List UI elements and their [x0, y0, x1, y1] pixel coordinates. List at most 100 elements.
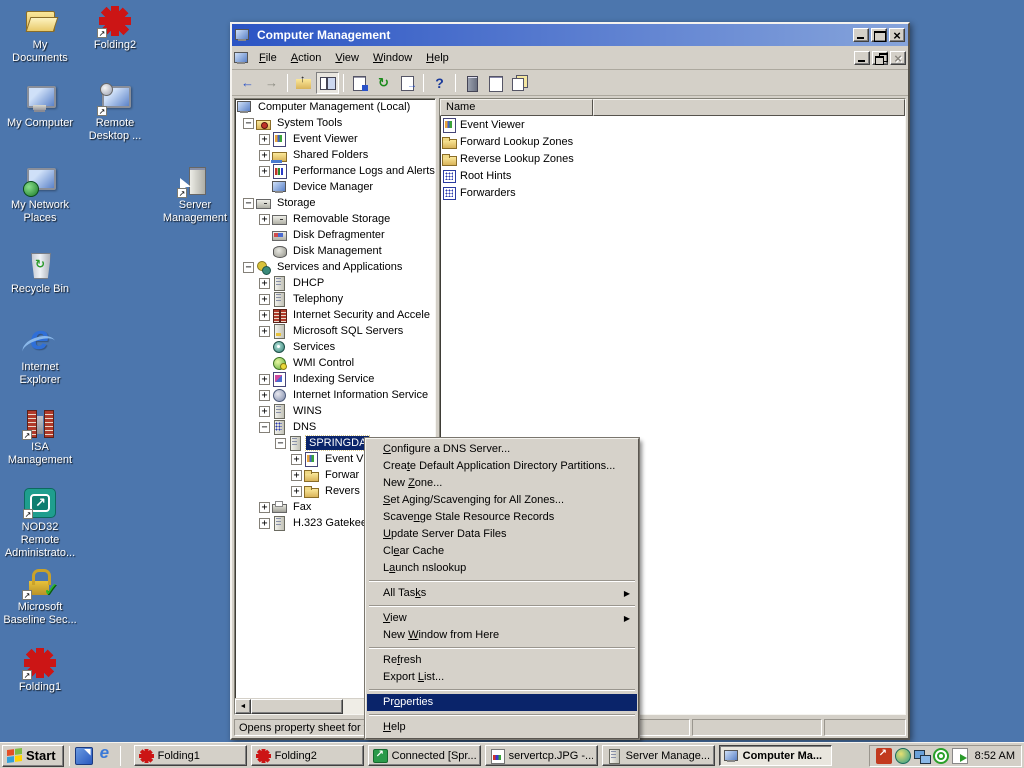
- tree-item-disk-management[interactable]: Disk Management: [235, 243, 435, 259]
- up-one-level-button[interactable]: [292, 72, 315, 94]
- menu-help[interactable]: Help: [419, 49, 456, 67]
- tree-item-computer-management-local[interactable]: Computer Management (Local): [235, 99, 435, 115]
- tree-item-shared-folders[interactable]: +Shared Folders: [235, 147, 435, 163]
- collapse-toggle-icon[interactable]: −: [243, 262, 254, 273]
- context-menu-item-new-zone[interactable]: New Zone...: [367, 475, 637, 492]
- tree-item-telephony[interactable]: +Telephony: [235, 291, 435, 307]
- context-menu-item-all-tasks[interactable]: All Tasks▶: [367, 585, 637, 602]
- network-globe-icon[interactable]: [895, 748, 911, 764]
- expand-toggle-icon[interactable]: +: [259, 518, 270, 529]
- remote-connection-icon[interactable]: [876, 748, 892, 764]
- tree-item-event-viewer[interactable]: +Event Viewer: [235, 131, 435, 147]
- desktop-icon-my-network-places[interactable]: My Network Places: [2, 166, 78, 225]
- desktop-icon-folding1[interactable]: ↗Folding1: [2, 648, 78, 694]
- menu-window[interactable]: Window: [366, 49, 419, 67]
- nod32-antivirus-icon[interactable]: [933, 748, 949, 764]
- tree-item-wins[interactable]: +WINS: [235, 403, 435, 419]
- expand-toggle-icon[interactable]: +: [291, 454, 302, 465]
- desktop-icon-my-documents[interactable]: My Documents: [2, 6, 78, 65]
- refresh-button[interactable]: [372, 72, 395, 94]
- menu-file[interactable]: File: [252, 49, 284, 67]
- expand-toggle-icon[interactable]: +: [259, 310, 270, 321]
- properties-button[interactable]: [348, 72, 371, 94]
- desktop-icon-isa-management[interactable]: ↗ISA Management: [2, 408, 78, 467]
- context-menu-item-new-window-from-here[interactable]: New Window from Here: [367, 627, 637, 644]
- desktop-icon-nod32-remote-administrato[interactable]: ↗NOD32 Remote Administrato...: [0, 488, 80, 560]
- desktop-icon-remote-desktop[interactable]: ↗Remote Desktop ...: [77, 84, 153, 143]
- context-menu-item-scavenge-stale-resource-records[interactable]: Scavenge Stale Resource Records: [367, 509, 637, 526]
- internet-explorer-icon[interactable]: [97, 747, 115, 765]
- close-button[interactable]: [889, 28, 905, 42]
- expand-toggle-icon[interactable]: +: [259, 406, 270, 417]
- expand-toggle-icon[interactable]: +: [259, 214, 270, 225]
- tree-item-dhcp[interactable]: +DHCP: [235, 275, 435, 291]
- collapse-toggle-icon[interactable]: −: [243, 198, 254, 209]
- tree-item-system-tools[interactable]: −System Tools: [235, 115, 435, 131]
- maximize-button[interactable]: [871, 28, 887, 42]
- expand-toggle-icon[interactable]: +: [259, 278, 270, 289]
- desktop-icon-recycle-bin[interactable]: Recycle Bin: [2, 250, 78, 296]
- desktop-icon-server-management[interactable]: ↗Server Management: [150, 166, 240, 225]
- desktop-icon-microsoft-baseline-sec[interactable]: ↗Microsoft Baseline Sec...: [0, 568, 80, 627]
- desktop-icon-internet-explorer[interactable]: Internet Explorer: [2, 328, 78, 387]
- help-button[interactable]: [428, 72, 451, 94]
- expand-toggle-icon[interactable]: +: [259, 326, 270, 337]
- show-desktop-icon[interactable]: [75, 747, 93, 765]
- expand-toggle-icon[interactable]: +: [259, 502, 270, 513]
- task-scheduler-icon[interactable]: [952, 748, 968, 764]
- context-menu-item-export-list[interactable]: Export List...: [367, 669, 637, 686]
- column-header-blank[interactable]: [593, 99, 905, 116]
- tree-item-device-manager[interactable]: Device Manager: [235, 179, 435, 195]
- copy-button[interactable]: [508, 72, 531, 94]
- taskbar-clock[interactable]: 8:52 AM: [975, 750, 1015, 762]
- list-item-forwarders[interactable]: Forwarders: [440, 184, 905, 201]
- context-menu-item-clear-cache[interactable]: Clear Cache: [367, 543, 637, 560]
- export-list-button[interactable]: [396, 72, 419, 94]
- desktop-icon-my-computer[interactable]: My Computer: [2, 84, 78, 130]
- collapse-toggle-icon[interactable]: −: [275, 438, 286, 449]
- tree-item-wmi-control[interactable]: WMI Control: [235, 355, 435, 371]
- network-computers-icon[interactable]: [914, 748, 930, 764]
- context-menu-item-configure-a-dns-server[interactable]: Configure a DNS Server...: [367, 441, 637, 458]
- context-menu-item-set-aging-scavenging-for-all-zones[interactable]: Set Aging/Scavenging for All Zones...: [367, 492, 637, 509]
- taskbar-button-connected-spr[interactable]: Connected [Spr...: [368, 745, 481, 766]
- tree-item-storage[interactable]: −Storage: [235, 195, 435, 211]
- context-menu-item-properties[interactable]: Properties: [367, 694, 637, 711]
- context-menu-item-refresh[interactable]: Refresh: [367, 652, 637, 669]
- forward-button[interactable]: [260, 72, 283, 94]
- collapse-toggle-icon[interactable]: −: [259, 422, 270, 433]
- record-list-button[interactable]: [484, 72, 507, 94]
- tree-item-services[interactable]: Services: [235, 339, 435, 355]
- window-titlebar[interactable]: Computer Management: [232, 24, 908, 46]
- mdi-minimize-button[interactable]: [854, 51, 870, 65]
- collapse-toggle-icon[interactable]: −: [243, 118, 254, 129]
- tree-item-services-and-applications[interactable]: −Services and Applications: [235, 259, 435, 275]
- mdi-restore-button[interactable]: [872, 51, 888, 65]
- expand-toggle-icon[interactable]: +: [291, 486, 302, 497]
- context-menu-item-create-default-application-directory-partitions[interactable]: Create Default Application Directory Par…: [367, 458, 637, 475]
- tree-item-removable-storage[interactable]: +Removable Storage: [235, 211, 435, 227]
- show-hide-console-tree-button[interactable]: [316, 72, 339, 94]
- taskbar-button-folding1[interactable]: Folding1: [134, 745, 247, 766]
- menu-view[interactable]: View: [328, 49, 366, 67]
- context-menu-item-launch-nslookup[interactable]: Launch nslookup: [367, 560, 637, 577]
- taskbar-button-server-manage[interactable]: Server Manage...: [602, 745, 715, 766]
- server-button[interactable]: [460, 72, 483, 94]
- context-menu-item-view[interactable]: View▶: [367, 610, 637, 627]
- menu-action[interactable]: Action: [284, 49, 329, 67]
- expand-toggle-icon[interactable]: +: [259, 390, 270, 401]
- expand-toggle-icon[interactable]: +: [259, 166, 270, 177]
- tree-item-disk-defragmenter[interactable]: Disk Defragmenter: [235, 227, 435, 243]
- list-item-root-hints[interactable]: Root Hints: [440, 167, 905, 184]
- minimize-button[interactable]: [853, 28, 869, 42]
- back-button[interactable]: [236, 72, 259, 94]
- taskbar-button-servertcp-jpg[interactable]: servertcp.JPG -...: [485, 745, 598, 766]
- tree-item-dns[interactable]: −DNS: [235, 419, 435, 435]
- tree-item-internet-information-service[interactable]: +Internet Information Service: [235, 387, 435, 403]
- tree-item-indexing-service[interactable]: +Indexing Service: [235, 371, 435, 387]
- list-item-forward-lookup-zones[interactable]: Forward Lookup Zones: [440, 133, 905, 150]
- expand-toggle-icon[interactable]: +: [259, 134, 270, 145]
- context-menu-item-help[interactable]: Help: [367, 719, 637, 736]
- list-item-reverse-lookup-zones[interactable]: Reverse Lookup Zones: [440, 150, 905, 167]
- expand-toggle-icon[interactable]: +: [259, 294, 270, 305]
